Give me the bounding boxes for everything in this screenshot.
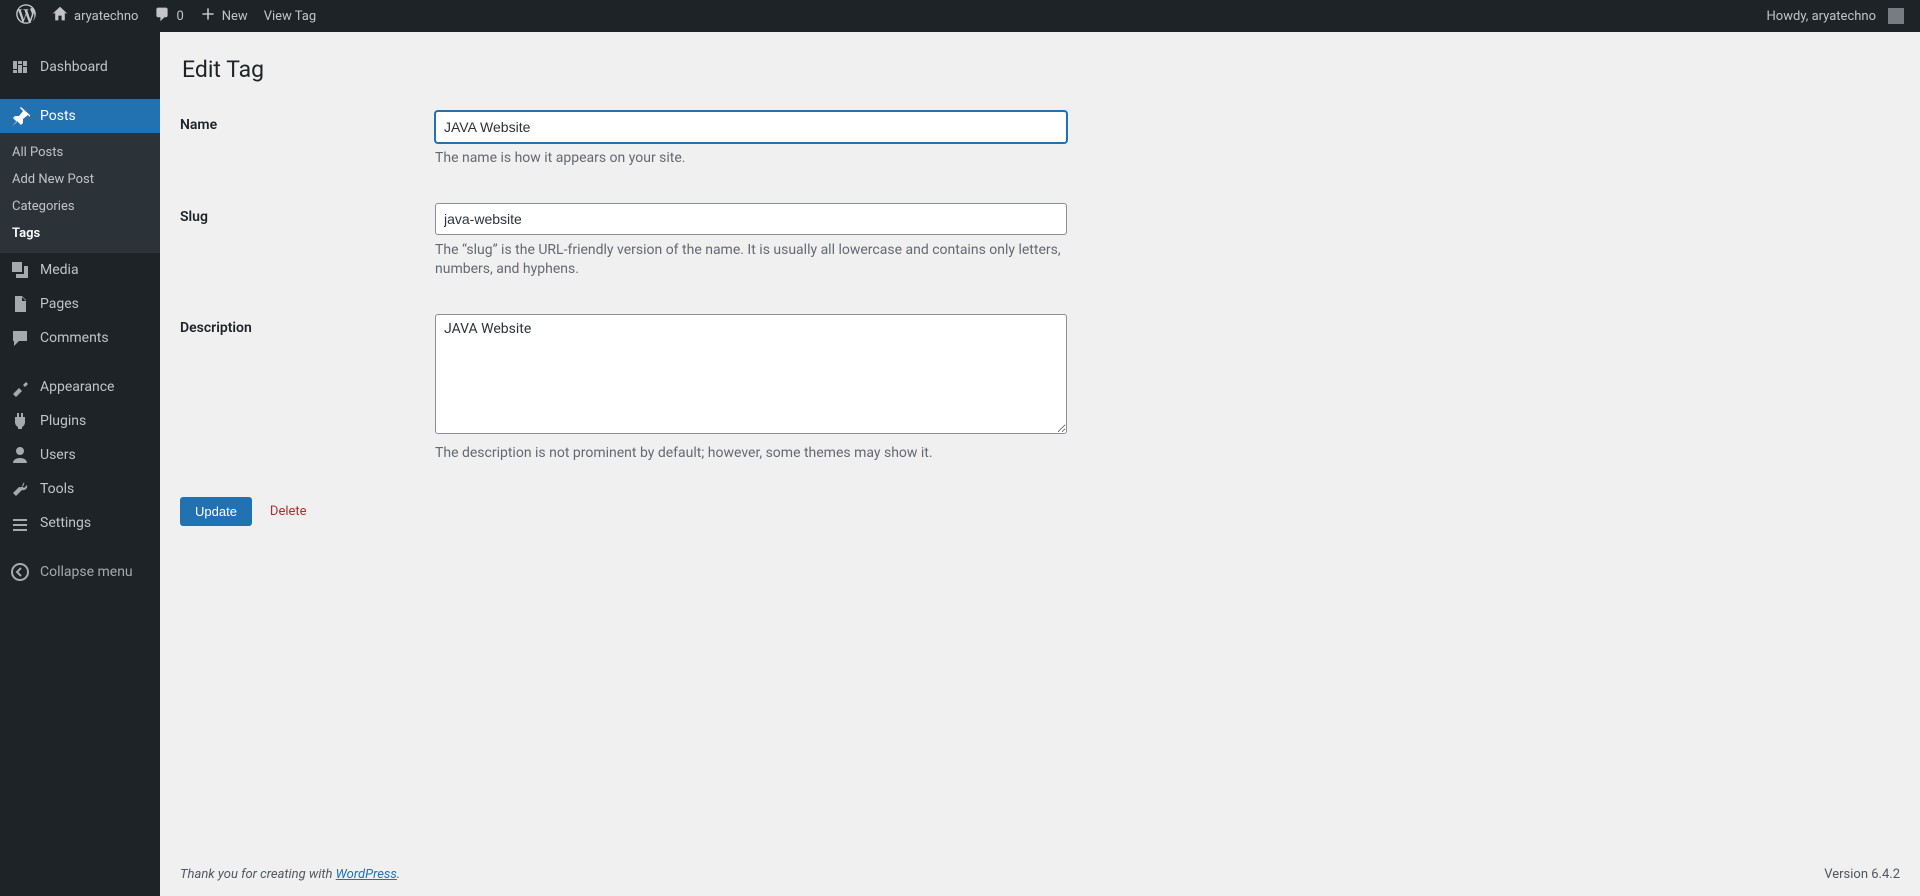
wordpress-link[interactable]: WordPress bbox=[336, 867, 397, 882]
view-tag-link[interactable]: View Tag bbox=[256, 0, 324, 32]
comments-icon bbox=[10, 328, 30, 348]
footer-version: Version 6.4.2 bbox=[1824, 867, 1900, 882]
sidebar-item-posts[interactable]: Posts bbox=[0, 99, 160, 133]
plus-icon bbox=[200, 6, 216, 26]
new-content-link[interactable]: New bbox=[192, 0, 256, 32]
media-icon bbox=[10, 260, 30, 280]
new-label: New bbox=[222, 9, 248, 24]
pin-icon bbox=[10, 106, 30, 126]
site-name: aryatechno bbox=[74, 9, 138, 24]
description-description: The description is not prominent by defa… bbox=[435, 444, 1067, 464]
sidebar-item-tools[interactable]: Tools bbox=[0, 472, 160, 506]
settings-icon bbox=[10, 513, 30, 533]
slug-label: Slug bbox=[180, 203, 435, 225]
appearance-icon bbox=[10, 377, 30, 397]
plugins-icon bbox=[10, 411, 30, 431]
comment-icon bbox=[154, 6, 170, 26]
slug-description: The “slug” is the URL-friendly version o… bbox=[435, 241, 1067, 280]
delete-link[interactable]: Delete bbox=[270, 504, 307, 519]
site-home-link[interactable]: aryatechno bbox=[44, 0, 146, 32]
avatar bbox=[1888, 8, 1904, 24]
sub-all-posts[interactable]: All Posts bbox=[0, 139, 160, 166]
update-button[interactable]: Update bbox=[180, 497, 252, 526]
sidebar-item-plugins[interactable]: Plugins bbox=[0, 404, 160, 438]
description-label: Description bbox=[180, 314, 435, 336]
comments-link[interactable]: 0 bbox=[146, 0, 191, 32]
sidebar-item-comments[interactable]: Comments bbox=[0, 321, 160, 355]
collapse-icon bbox=[10, 562, 30, 582]
users-icon bbox=[10, 445, 30, 465]
dashboard-icon bbox=[10, 57, 30, 77]
name-label: Name bbox=[180, 111, 435, 133]
sidebar-item-settings[interactable]: Settings bbox=[0, 506, 160, 540]
name-input[interactable] bbox=[435, 111, 1067, 143]
tools-icon bbox=[10, 479, 30, 499]
home-icon bbox=[52, 6, 68, 26]
sub-add-new-post[interactable]: Add New Post bbox=[0, 166, 160, 193]
menu-spacer bbox=[0, 32, 160, 50]
pages-icon bbox=[10, 294, 30, 314]
name-description: The name is how it appears on your site. bbox=[435, 149, 1067, 169]
collapse-menu[interactable]: Collapse menu bbox=[0, 555, 160, 589]
sidebar-item-users[interactable]: Users bbox=[0, 438, 160, 472]
sidebar-item-dashboard[interactable]: Dashboard bbox=[0, 50, 160, 84]
footer-thanks: Thank you for creating with WordPress. bbox=[180, 867, 400, 882]
sidebar-item-media[interactable]: Media bbox=[0, 253, 160, 287]
howdy-text: Howdy, aryatechno bbox=[1767, 9, 1876, 24]
page-title: Edit Tag bbox=[182, 56, 1900, 83]
slug-input[interactable] bbox=[435, 203, 1067, 235]
comments-count: 0 bbox=[176, 9, 183, 24]
howdy-account[interactable]: Howdy, aryatechno bbox=[1759, 0, 1912, 32]
sidebar-item-pages[interactable]: Pages bbox=[0, 287, 160, 321]
sidebar-item-appearance[interactable]: Appearance bbox=[0, 370, 160, 404]
sub-categories[interactable]: Categories bbox=[0, 193, 160, 220]
posts-submenu: All Posts Add New Post Categories Tags bbox=[0, 133, 160, 253]
wordpress-icon bbox=[16, 4, 36, 28]
description-textarea[interactable] bbox=[435, 314, 1067, 434]
sub-tags[interactable]: Tags bbox=[0, 220, 160, 247]
wp-logo[interactable] bbox=[8, 0, 44, 32]
